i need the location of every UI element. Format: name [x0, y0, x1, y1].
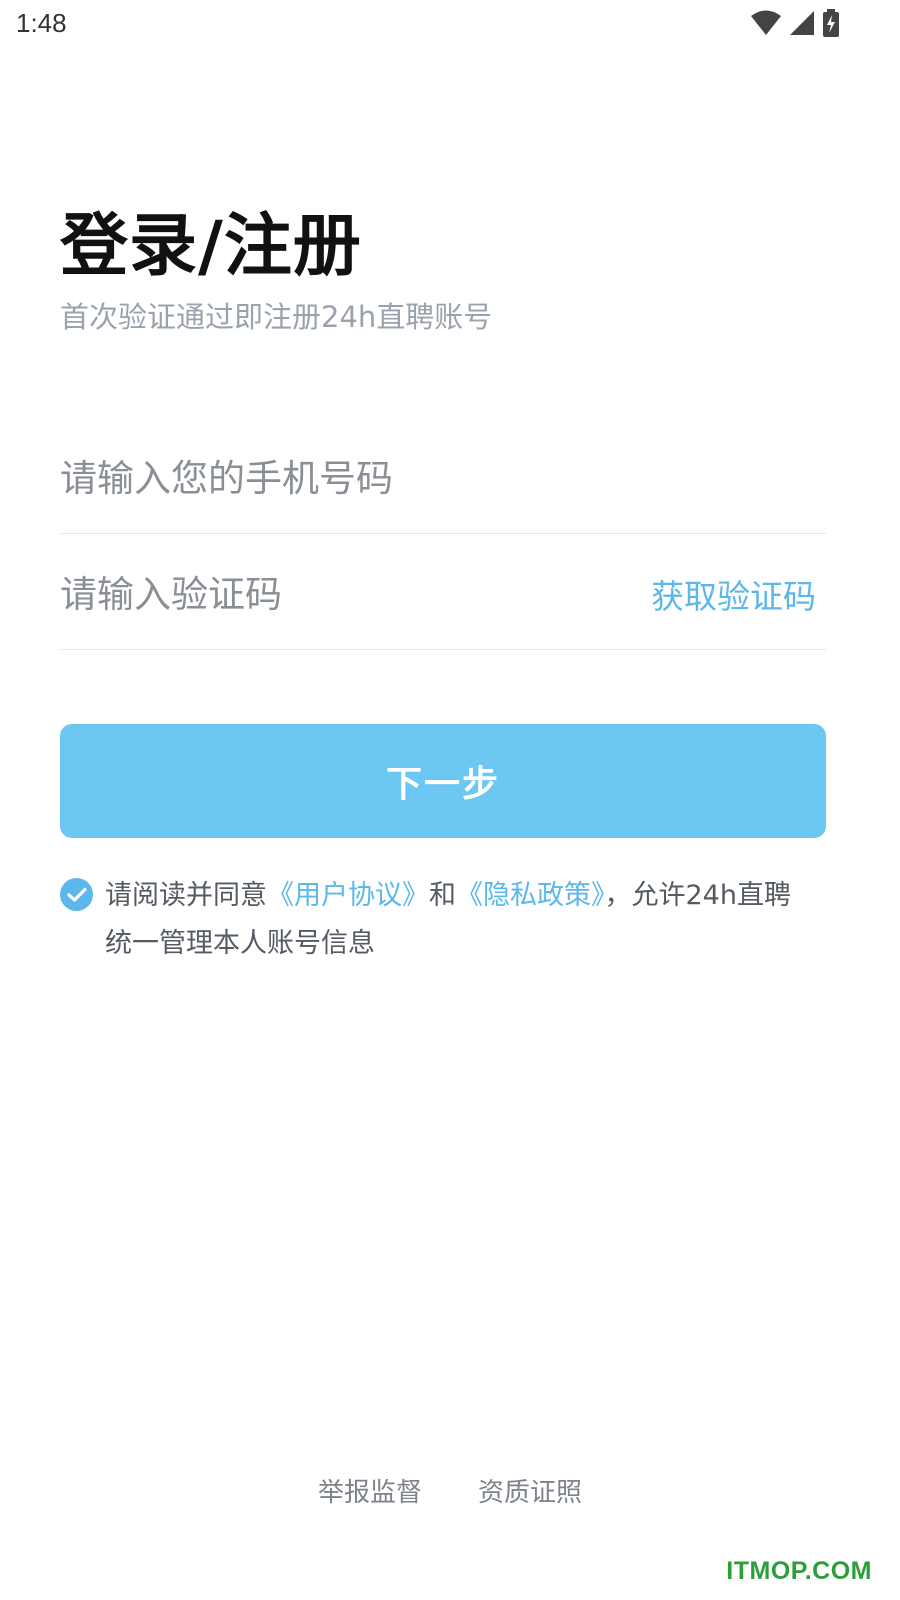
- code-field-row: 获取验证码: [60, 536, 826, 650]
- phone-field-row: [60, 420, 826, 534]
- status-icons: [750, 9, 840, 37]
- page-title: 登录/注册: [60, 207, 362, 286]
- get-code-button[interactable]: 获取验证码: [651, 570, 816, 618]
- status-bar: 1:48: [0, 0, 900, 50]
- user-agreement-link[interactable]: 《用户协议》: [267, 880, 429, 911]
- signal-icon: [788, 9, 816, 37]
- agreement-text: 请阅读并同意《用户协议》和《隐私政策》，允许24h直聘统一管理本人账号信息: [105, 872, 815, 968]
- watermark: ITMOP.COM: [726, 1557, 872, 1585]
- phone-input[interactable]: [60, 450, 620, 506]
- agree-checkbox[interactable]: [60, 878, 93, 911]
- footer: 举报监督 资质证照: [0, 1472, 900, 1509]
- agreement-conjunction: 和: [429, 880, 456, 911]
- checkmark-icon: [66, 887, 87, 902]
- qualification-link[interactable]: 资质证照: [478, 1472, 582, 1509]
- agreement-prefix: 请阅读并同意: [105, 880, 267, 911]
- next-step-button[interactable]: 下一步: [60, 724, 826, 838]
- wifi-icon: [750, 9, 782, 37]
- report-link[interactable]: 举报监督: [318, 1472, 422, 1509]
- battery-charging-icon: [822, 9, 840, 37]
- privacy-policy-link[interactable]: 《隐私政策》: [456, 880, 605, 911]
- status-time: 1:48: [16, 8, 67, 38]
- page-subtitle: 首次验证通过即注册24h直聘账号: [60, 300, 493, 334]
- verification-code-input[interactable]: [60, 566, 620, 622]
